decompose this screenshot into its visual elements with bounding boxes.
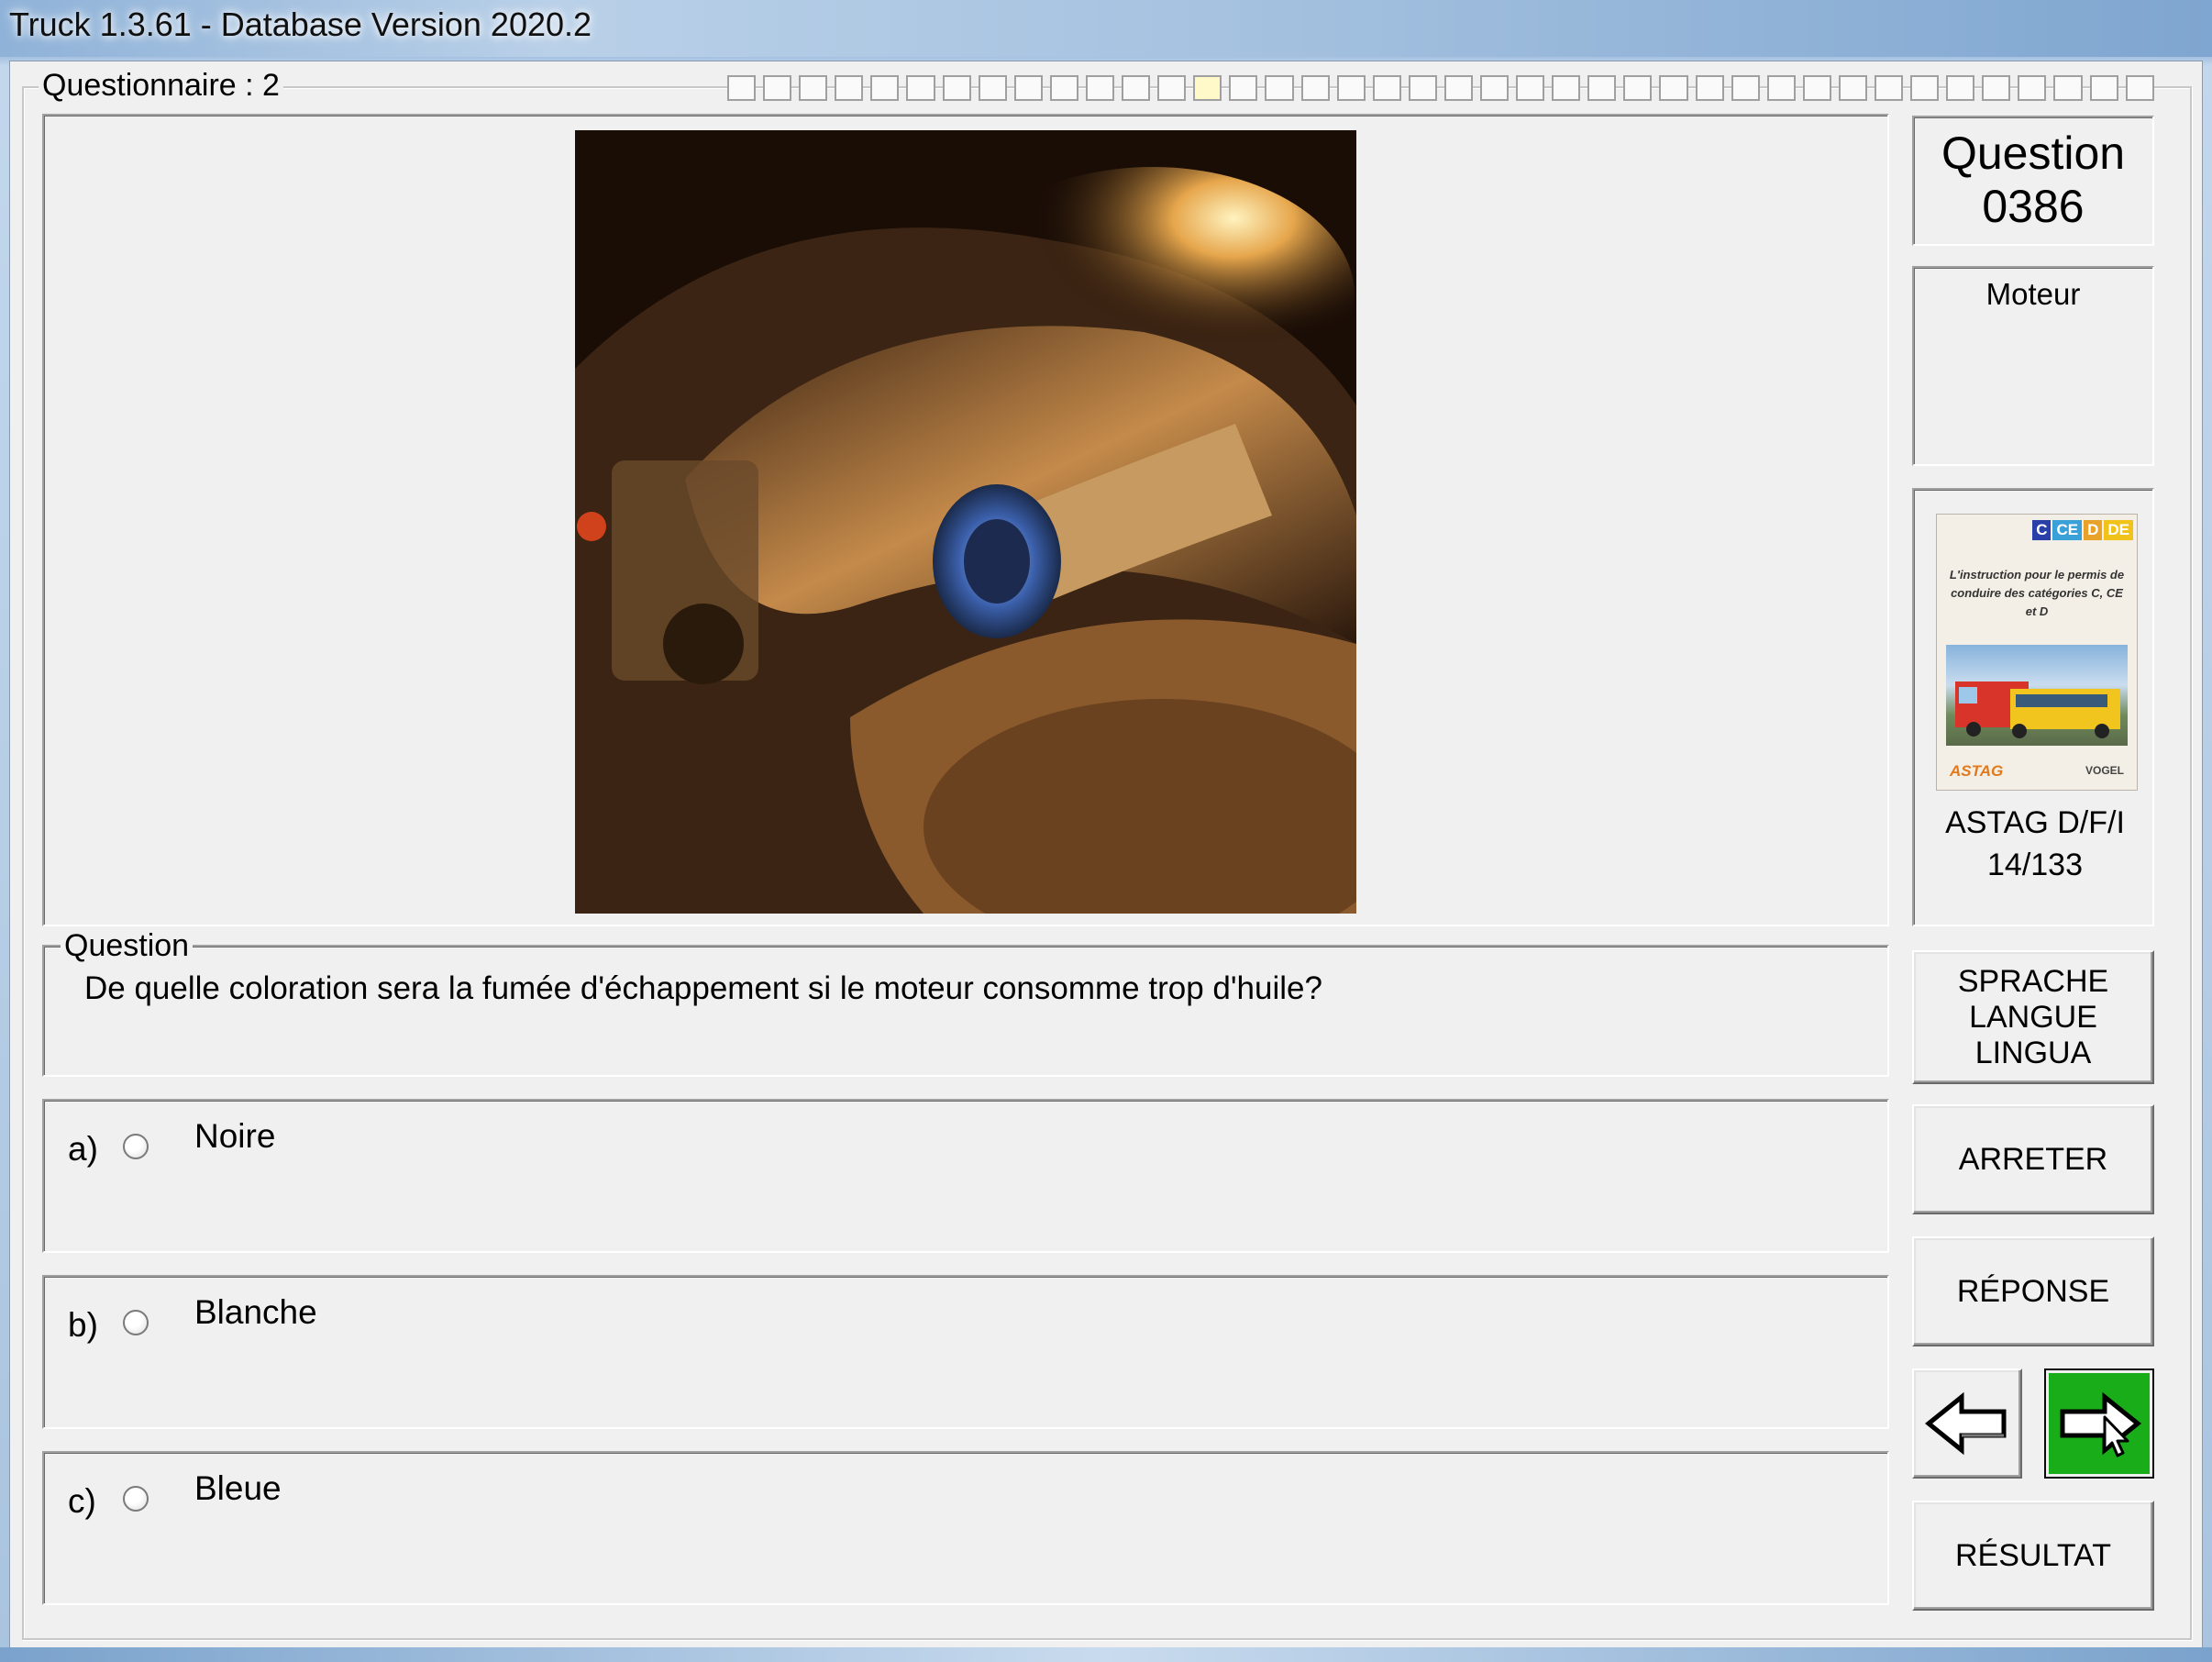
progress-cell: [942, 75, 971, 101]
answer-button[interactable]: RÉPONSE: [1912, 1236, 2154, 1346]
progress-cell: [1875, 75, 1904, 101]
progress-cell: [1766, 75, 1796, 101]
window-title: Truck 1.3.61 - Database Version 2020.2: [9, 6, 592, 43]
progress-cell: [1300, 75, 1330, 101]
progress-cell: [1229, 75, 1258, 101]
source-caption: ASTAG D/F/I 14/133: [1914, 802, 2156, 886]
question-number-box: Question 0386: [1912, 116, 2154, 246]
answer-a-text[interactable]: Noire: [194, 1117, 275, 1156]
progress-cell: [1587, 75, 1617, 101]
progress-cell: [1085, 75, 1115, 101]
progress-cell: [1910, 75, 1940, 101]
answer-c-letter: c): [68, 1482, 96, 1520]
book-cat-de: DE: [2104, 520, 2133, 540]
progress-cell: [1731, 75, 1760, 101]
progress-cell: [763, 75, 792, 101]
progress-cell: [1372, 75, 1401, 101]
question-panel: [42, 945, 1889, 1077]
progress-cell: [1265, 75, 1294, 101]
progress-cell: [1552, 75, 1581, 101]
progress-cell: [1982, 75, 2011, 101]
language-button[interactable]: SPRACHE LANGUE LINGUA: [1912, 950, 2154, 1084]
progress-cell: [1516, 75, 1545, 101]
progress-cell: [2125, 75, 2154, 101]
language-label-de: SPRACHE: [1957, 963, 2109, 999]
stop-button-label: ARRETER: [1958, 1141, 2108, 1177]
window-bottom-border: [0, 1647, 2212, 1662]
arrow-left-icon: [1925, 1391, 2007, 1456]
source-caption-page: 14/133: [1987, 848, 2083, 882]
progress-cell: [1479, 75, 1510, 101]
progress-cell: [1802, 75, 1831, 101]
arrow-right-cursor-icon: [2060, 1391, 2141, 1457]
answer-b-radio[interactable]: [123, 1310, 149, 1335]
book-cat-d: D: [2084, 520, 2103, 540]
progress-cell: [1443, 75, 1473, 101]
answer-b-text[interactable]: Blanche: [194, 1293, 317, 1332]
answer-c-panel[interactable]: [42, 1451, 1889, 1605]
progress-cell: [2089, 75, 2118, 101]
progress-cell: [1049, 75, 1078, 101]
category-label: Moteur: [1985, 277, 2081, 311]
book-logo-astag: ASTAG: [1950, 762, 2004, 780]
next-button[interactable]: [2044, 1368, 2154, 1479]
book-cover-image: C CE D DE L'instruction pour le permis d…: [1936, 514, 2138, 791]
progress-cell: [1336, 75, 1366, 101]
question-progress-bar: [727, 75, 2154, 101]
result-button[interactable]: RÉSULTAT: [1912, 1501, 2154, 1611]
progress-cell: [835, 75, 864, 101]
progress-cell: [1013, 75, 1043, 101]
question-text: De quelle coloration sera la fumée d'éch…: [84, 970, 1322, 1006]
answer-b-letter: b): [68, 1306, 98, 1344]
result-button-label: RÉSULTAT: [1954, 1537, 2112, 1573]
progress-cell: [727, 75, 757, 101]
progress-cell: [870, 75, 900, 101]
answer-c-text[interactable]: Bleue: [194, 1469, 282, 1508]
question-image: [575, 130, 1356, 914]
source-panel: C CE D DE L'instruction pour le permis d…: [1912, 488, 2154, 926]
progress-cell: [1659, 75, 1688, 101]
progress-cell: [799, 75, 828, 101]
progress-cell: [2053, 75, 2083, 101]
book-categories: C CE D DE: [2032, 520, 2133, 540]
progress-cell: [906, 75, 935, 101]
progress-cell: [1695, 75, 1724, 101]
app-window: Truck 1.3.61 - Database Version 2020.2 Q…: [0, 0, 2212, 1662]
progress-cell: [1623, 75, 1653, 101]
book-truck-picture: [1946, 645, 2128, 746]
title-bar[interactable]: Truck 1.3.61 - Database Version 2020.2: [0, 0, 2212, 57]
progress-cell: [1157, 75, 1187, 101]
answer-a-radio[interactable]: [123, 1134, 149, 1159]
previous-button[interactable]: [1912, 1368, 2022, 1479]
answer-c-radio[interactable]: [123, 1486, 149, 1512]
answer-button-label: RÉPONSE: [1956, 1273, 2110, 1309]
source-caption-title: ASTAG D/F/I: [1945, 805, 2125, 840]
language-label-it: LINGUA: [1974, 1035, 2092, 1070]
question-group-label: Question: [61, 928, 194, 964]
progress-cell: [1122, 75, 1151, 101]
stop-button[interactable]: ARRETER: [1912, 1104, 2154, 1214]
answer-a-letter: a): [68, 1130, 98, 1168]
question-number: 0386: [1982, 181, 2085, 232]
book-cat-ce: CE: [2052, 520, 2083, 540]
questionnaire-label: Questionnaire : 2: [39, 68, 283, 104]
answer-b-panel[interactable]: [42, 1275, 1889, 1429]
book-logo-vogel: VOGEL: [2085, 764, 2124, 777]
progress-cell: [1193, 75, 1222, 101]
answer-a-panel[interactable]: [42, 1099, 1889, 1253]
progress-cell: [978, 75, 1007, 101]
book-title: L'instruction pour le permis de conduire…: [1949, 568, 2125, 618]
engine-photo: [575, 130, 1356, 914]
progress-cell: [1408, 75, 1437, 101]
category-box: Moteur: [1912, 266, 2154, 466]
question-number-label: Question: [1941, 127, 2126, 179]
progress-cell: [1838, 75, 1867, 101]
progress-cell: [2018, 75, 2047, 101]
progress-cell: [1946, 75, 1975, 101]
book-cat-c: C: [2032, 520, 2052, 540]
language-label-fr: LANGUE: [1969, 999, 2097, 1035]
